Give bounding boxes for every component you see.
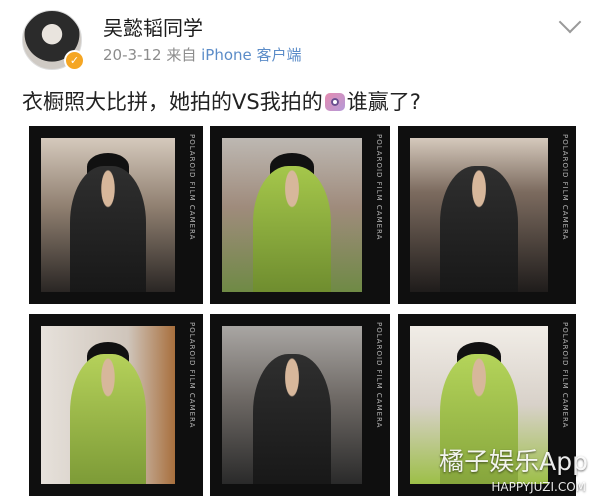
author-name[interactable]: 吴懿韬同学	[103, 12, 203, 41]
photo-strip-label: POLAROID FILM CAMERA	[561, 134, 569, 241]
verified-badge-icon: ✓	[64, 50, 85, 71]
chevron-down-icon[interactable]	[558, 10, 582, 34]
post-text-after-icon: 谁赢了?	[346, 90, 421, 114]
photo-3[interactable]: POLAROID FILM CAMERA	[398, 126, 576, 304]
photo-2[interactable]: POLAROID FILM CAMERA	[210, 126, 390, 304]
photo-strip-label: POLAROID FILM CAMERA	[561, 322, 569, 429]
photo-4[interactable]: POLAROID FILM CAMERA	[29, 314, 203, 496]
watermark-url: HAPPYJUZI.COM	[491, 480, 586, 494]
photo-strip-label: POLAROID FILM CAMERA	[375, 134, 383, 241]
source-prefix: 来自	[166, 46, 197, 64]
photo-strip-label: POLAROID FILM CAMERA	[375, 322, 383, 429]
photo-strip-label: POLAROID FILM CAMERA	[188, 322, 196, 429]
post-text-before-icon: 衣橱照大比拼，她拍的VS我拍的	[22, 90, 323, 114]
post-meta: 20-3-12 来自 iPhone 客户端	[103, 44, 302, 65]
post-text: 衣橱照大比拼，她拍的VS我拍的 谁赢了?	[22, 86, 421, 116]
photo-strip-label: POLAROID FILM CAMERA	[188, 134, 196, 241]
post-header: ✓ 吴懿韬同学 20-3-12 来自 iPhone 客户端	[0, 0, 600, 78]
post-date: 20-3-12	[103, 46, 162, 64]
photo-1[interactable]: POLAROID FILM CAMERA	[29, 126, 203, 304]
photo-5[interactable]: POLAROID FILM CAMERA	[210, 314, 390, 496]
source-link[interactable]: iPhone 客户端	[201, 46, 301, 64]
watermark-brand: 橘子娱乐App	[439, 447, 588, 476]
camera-emoji-icon	[324, 93, 345, 111]
